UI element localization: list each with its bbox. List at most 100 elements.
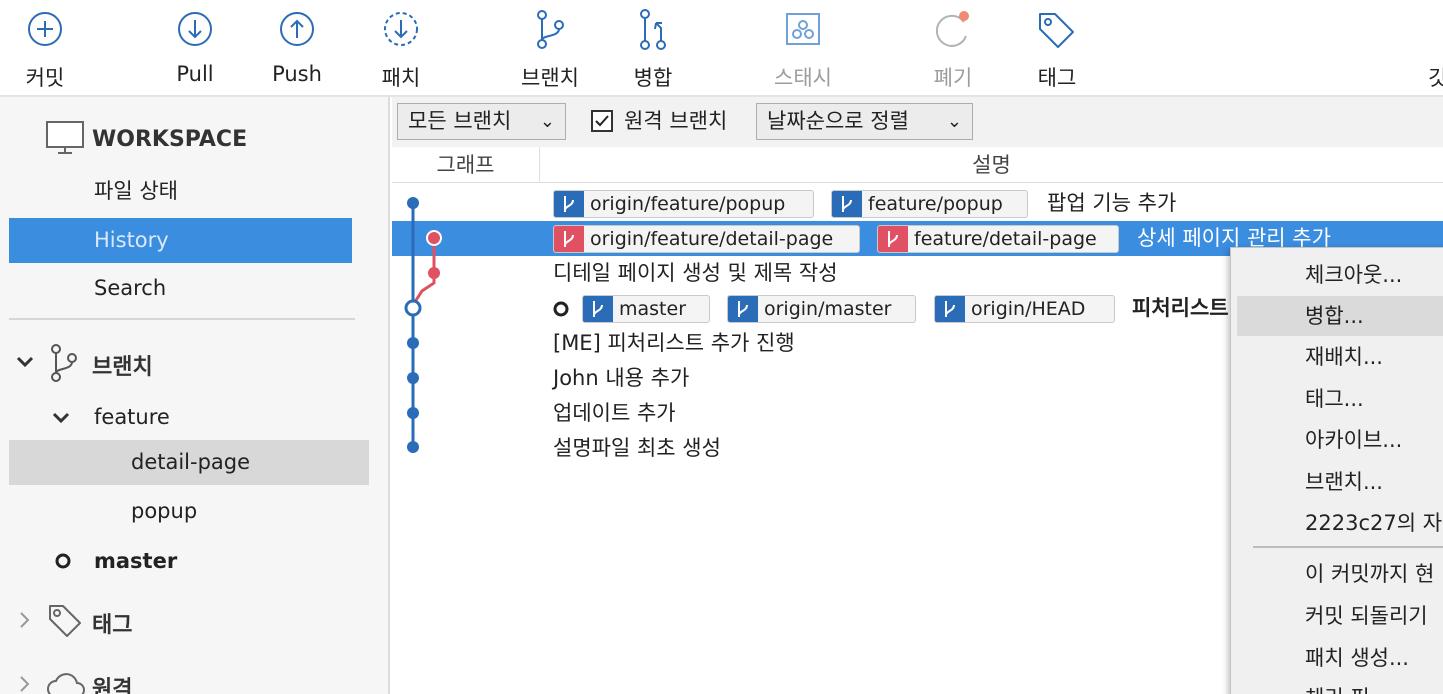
checkmark-icon bbox=[595, 115, 609, 127]
discard-icon bbox=[935, 11, 969, 47]
sidebar-item-detail-page[interactable]: detail-page bbox=[9, 440, 369, 485]
commit-label: 커밋 bbox=[25, 66, 65, 90]
graph-node bbox=[407, 441, 419, 453]
pull-arrow-down-icon bbox=[178, 12, 212, 46]
merge-icon bbox=[640, 9, 666, 50]
master-label: master bbox=[94, 549, 178, 573]
branch-tag-icon bbox=[554, 191, 584, 217]
git-flow-button[interactable]: 깃 bbox=[1398, 4, 1443, 94]
branch-tag-label: origin/HEAD bbox=[971, 298, 1086, 320]
cloud-icon bbox=[47, 673, 85, 694]
tag-label: 태그 bbox=[1037, 66, 1077, 90]
branch-tag[interactable]: origin/feature/detail-page bbox=[553, 225, 860, 253]
patch-button[interactable]: 패치 bbox=[356, 4, 446, 94]
stash-icon bbox=[786, 13, 820, 45]
chevron-down-icon: ⌄ bbox=[946, 111, 962, 132]
branch-tag[interactable]: feature/popup bbox=[831, 190, 1028, 218]
workspace-heading: WORKSPACE bbox=[92, 127, 248, 152]
branch-tag-icon bbox=[554, 226, 584, 252]
menu-item-cherry-pick[interactable]: 체리 픽 bbox=[1237, 678, 1443, 694]
graph-column-header[interactable]: 그래프 bbox=[392, 147, 540, 183]
sort-order-value: 날짜순으로 정렬 bbox=[767, 109, 909, 133]
sidebar-item-search[interactable]: Search bbox=[9, 266, 352, 311]
chevron-down-icon: ⌄ bbox=[539, 111, 555, 132]
branch-tag-icon bbox=[583, 296, 613, 322]
sidebar-item-file-status[interactable]: 파일 상태 bbox=[9, 169, 352, 214]
branch-tag-icon bbox=[832, 191, 862, 217]
tags-section-header[interactable]: 태그 bbox=[14, 599, 374, 643]
sidebar-item-feature-folder[interactable]: feature bbox=[50, 403, 370, 439]
sidebar-item-popup[interactable]: popup bbox=[9, 489, 352, 534]
commit-message: 디테일 페이지 생성 및 제목 작성 bbox=[553, 261, 838, 285]
branch-tag[interactable]: origin/master bbox=[727, 295, 916, 323]
branch-tag-label: origin/feature/detail-page bbox=[590, 228, 834, 250]
branch-tag[interactable]: origin/HEAD bbox=[934, 295, 1115, 323]
current-branch-ring-icon bbox=[55, 553, 71, 569]
menu-item-rebase[interactable]: 재배치... bbox=[1237, 337, 1443, 377]
menu-item-reset-to-commit[interactable]: 이 커밋까지 현 bbox=[1237, 554, 1443, 594]
menu-item-checkout[interactable]: 체크아웃... bbox=[1237, 255, 1443, 295]
menu-item-revert-commit[interactable]: 커밋 되돌리기 bbox=[1237, 596, 1443, 636]
chevron-down-icon bbox=[52, 412, 70, 424]
commit-button[interactable]: 커밋 bbox=[0, 4, 90, 94]
stash-button[interactable]: 스태시 bbox=[758, 4, 848, 94]
pull-button[interactable]: Pull bbox=[150, 4, 240, 94]
tag-icon bbox=[1039, 13, 1074, 48]
history-label: History bbox=[94, 228, 169, 252]
menu-item-create-patch[interactable]: 패치 생성... bbox=[1237, 638, 1443, 678]
branches-section-header[interactable]: 브랜치 bbox=[14, 344, 374, 385]
graph-node bbox=[407, 337, 419, 349]
chevron-right-icon bbox=[20, 612, 30, 628]
menu-item-branch[interactable]: 브랜치... bbox=[1237, 462, 1443, 502]
feature-folder-label: feature bbox=[94, 405, 170, 429]
menu-item-archive[interactable]: 아카이브... bbox=[1237, 420, 1443, 460]
graph-node bbox=[407, 407, 419, 419]
menu-item-tag[interactable]: 태그... bbox=[1237, 379, 1443, 419]
tag-button[interactable]: 태그 bbox=[1012, 4, 1102, 94]
popup-label: popup bbox=[131, 499, 198, 523]
branch-tag-label: feature/detail-page bbox=[914, 228, 1097, 250]
branch-tag-icon bbox=[935, 296, 965, 322]
detail-page-label: detail-page bbox=[131, 450, 251, 474]
push-label: Push bbox=[272, 62, 322, 86]
remote-branches-checkbox[interactable] bbox=[591, 110, 613, 132]
branch-label: 브랜치 bbox=[521, 66, 579, 90]
file-status-label: 파일 상태 bbox=[94, 179, 178, 203]
sidebar: WORKSPACE 파일 상태 History Search 브랜치 featu… bbox=[0, 97, 390, 694]
push-button[interactable]: Push bbox=[252, 4, 342, 94]
discard-label: 폐기 bbox=[933, 66, 973, 90]
branch-tag[interactable]: origin/feature/popup bbox=[553, 190, 814, 218]
patch-label: 패치 bbox=[381, 66, 421, 90]
sidebar-item-master[interactable]: master bbox=[50, 545, 370, 581]
remotes-heading: 원격 bbox=[92, 677, 133, 694]
branch-tag[interactable]: feature/detail-page bbox=[877, 225, 1119, 253]
filter-bar: 모든 브랜치 ⌄ 원격 브랜치 날짜순으로 정렬 ⌄ bbox=[392, 97, 1443, 147]
branch-button[interactable]: 브랜치 bbox=[505, 4, 595, 94]
commit-message: 팝업 기능 추가 bbox=[1047, 191, 1177, 215]
remote-branches-label: 원격 브랜치 bbox=[624, 109, 728, 133]
commit-graph bbox=[404, 197, 442, 453]
merge-label: 병합 bbox=[633, 66, 673, 90]
menu-item-copy-sha[interactable]: 2223c27의 자 bbox=[1237, 503, 1443, 543]
remotes-section-header[interactable]: 원격 bbox=[14, 663, 374, 694]
branch-filter-dropdown[interactable]: 모든 브랜치 ⌄ bbox=[397, 103, 566, 140]
merge-button[interactable]: 병합 bbox=[608, 4, 698, 94]
sidebar-item-history[interactable]: History bbox=[9, 218, 352, 263]
branch-tag-icon bbox=[728, 296, 758, 322]
search-label: Search bbox=[94, 276, 167, 300]
chevron-right-icon bbox=[20, 676, 30, 692]
branch-tag[interactable]: master bbox=[582, 295, 710, 323]
description-column-header[interactable]: 설명 bbox=[540, 147, 1443, 183]
patch-icon bbox=[384, 12, 418, 46]
menu-item-merge[interactable]: 병합... bbox=[1237, 296, 1443, 336]
stash-label: 스태시 bbox=[774, 66, 832, 90]
graph-node bbox=[428, 267, 440, 279]
sort-order-dropdown[interactable]: 날짜순으로 정렬 ⌄ bbox=[756, 103, 973, 140]
context-menu: 체크아웃... 병합... 재배치... 태그... 아카이브... 브랜치..… bbox=[1230, 247, 1443, 694]
toolbar: 커밋 Pull Push 패치 브랜치 병합 스태시 폐기 태그 깃 bbox=[0, 0, 1443, 97]
commit-row[interactable]: origin/feature/popup feature/popup 팝업 기능… bbox=[392, 186, 1443, 221]
graph-node bbox=[407, 197, 419, 209]
discard-button[interactable]: 폐기 bbox=[908, 4, 998, 94]
branch-tag-label: master bbox=[619, 298, 687, 320]
menu-separator bbox=[1253, 546, 1443, 548]
